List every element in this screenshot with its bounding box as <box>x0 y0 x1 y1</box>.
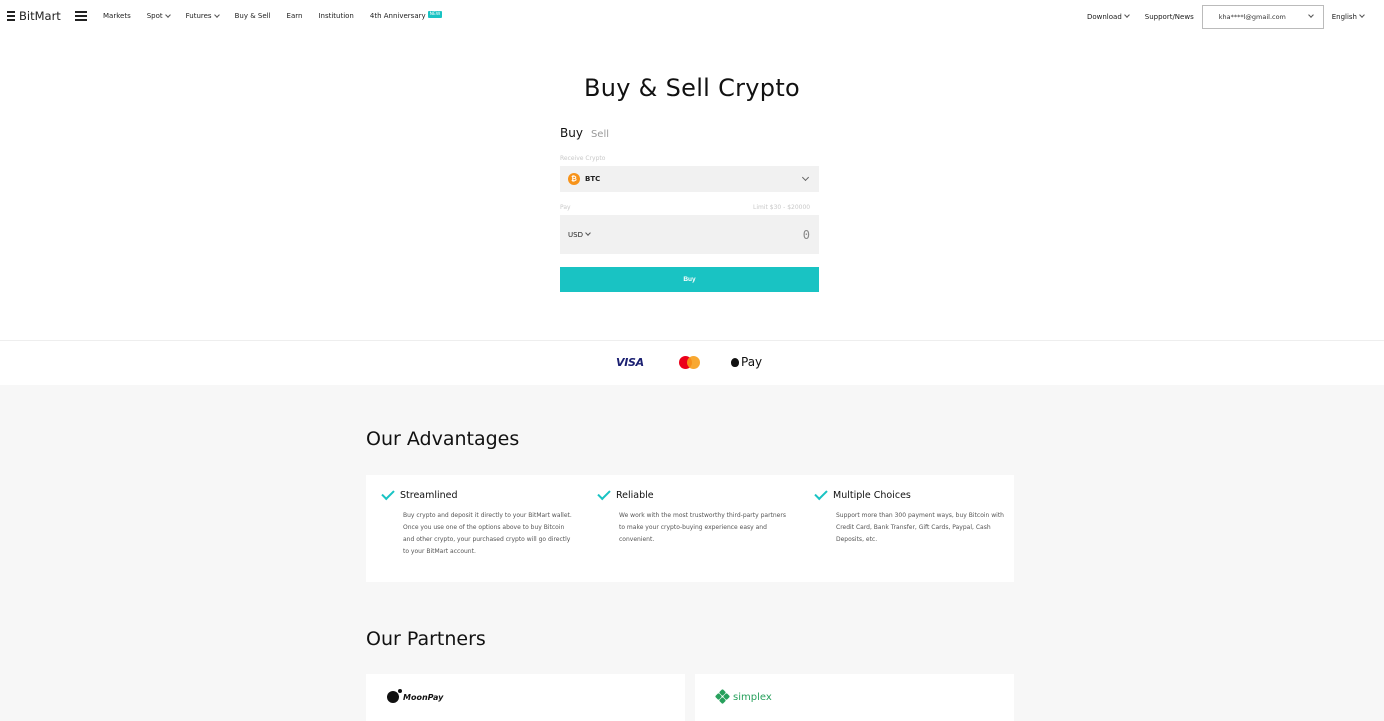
support-news-link[interactable]: Support/News <box>1145 13 1194 21</box>
bitcoin-icon: ₿ <box>568 173 580 185</box>
advantage-item: Multiple Choices Support more than 300 p… <box>814 486 1005 546</box>
advantage-title: Multiple Choices <box>833 490 911 501</box>
nav-anniversary-label: 4th Anniversary <box>369 12 426 20</box>
chevron-down-icon <box>1359 12 1365 18</box>
nav-institution-label: Institution <box>318 12 354 20</box>
chevron-down-icon <box>1307 12 1314 18</box>
nav-anniversary[interactable]: 4th Anniversary NEW <box>369 11 443 20</box>
moonpay-text: MoonPay <box>403 692 444 702</box>
pay-amount-field: USD 0 <box>560 215 819 254</box>
simplex-icon <box>714 688 731 705</box>
simplex-text: simplex <box>733 691 772 703</box>
language-selector[interactable]: English <box>1331 12 1365 21</box>
simplex-logo: simplex <box>714 688 772 705</box>
top-navbar: BitMart Markets Spot Futures Buy & Sell … <box>0 0 1384 33</box>
pay-label: Pay <box>560 204 571 211</box>
nav-buy-sell[interactable]: Buy & Sell <box>235 12 271 20</box>
advantage-title: Streamlined <box>400 490 458 501</box>
buy-button[interactable]: Buy <box>560 267 819 292</box>
nav-futures-label: Futures <box>185 12 212 20</box>
chevron-down-icon <box>164 11 171 18</box>
mastercard-logo <box>679 356 701 370</box>
partners-title: Our Partners <box>366 628 486 650</box>
main-nav: Markets Spot Futures Buy & Sell Earn Ins… <box>103 11 458 20</box>
nav-earn-label: Earn <box>286 12 303 20</box>
payment-methods-strip: VISA Pay <box>0 340 1384 385</box>
apple-icon <box>731 357 739 367</box>
moonpay-icon <box>387 689 402 703</box>
advantage-text: We work with the most trustworthy third-… <box>619 512 786 543</box>
advantage-text: Buy crypto and deposit it directly to yo… <box>403 512 572 555</box>
advantage-item: Reliable We work with the most trustwort… <box>597 486 788 546</box>
account-email: kha****l@gmail.com <box>1218 12 1286 21</box>
nav-spot-label: Spot <box>146 12 163 20</box>
bitmart-logo[interactable]: BitMart <box>5 9 61 23</box>
check-icon <box>814 486 828 501</box>
chevron-down-icon <box>1123 12 1130 18</box>
receive-crypto-value: BTC <box>585 175 601 183</box>
tab-buy[interactable]: Buy <box>560 126 583 140</box>
amount-input[interactable]: 0 <box>803 228 810 242</box>
advantages-card: Streamlined Buy crypto and deposit it di… <box>366 475 1014 582</box>
pay-limit: Limit $30 - $20000 <box>753 204 811 211</box>
menu-icon[interactable] <box>75 11 87 21</box>
advantage-item: Streamlined Buy crypto and deposit it di… <box>381 486 572 558</box>
currency-value: USD <box>568 230 583 239</box>
right-nav: Download Support/News kha****l@gmail.com… <box>1087 0 1384 33</box>
download-menu[interactable]: Download <box>1086 12 1130 21</box>
advantages-title: Our Advantages <box>366 428 520 450</box>
new-badge: NEW <box>427 11 443 18</box>
check-icon <box>381 486 395 501</box>
bitmart-logo-icon <box>5 10 17 22</box>
account-dropdown[interactable]: kha****l@gmail.com <box>1201 4 1324 29</box>
apple-pay-logo: Pay <box>731 355 762 369</box>
moonpay-logo: MoonPay <box>387 689 444 703</box>
chevron-down-icon <box>801 173 810 182</box>
nav-buy-sell-label: Buy & Sell <box>234 12 271 20</box>
nav-institution[interactable]: Institution <box>318 12 353 20</box>
language-label: English <box>1331 12 1357 21</box>
nav-markets-label: Markets <box>103 12 131 20</box>
currency-select[interactable]: USD <box>568 230 591 239</box>
download-label: Download <box>1086 12 1122 21</box>
support-label: Support/News <box>1144 12 1194 21</box>
receive-crypto-select[interactable]: ₿ BTC <box>560 166 819 192</box>
apple-pay-text: Pay <box>741 355 763 369</box>
nav-spot[interactable]: Spot <box>146 11 171 20</box>
nav-markets[interactable]: Markets <box>103 12 131 20</box>
nav-earn[interactable]: Earn <box>287 12 303 20</box>
nav-futures[interactable]: Futures <box>185 11 220 20</box>
advantage-text: Support more than 300 payment ways, buy … <box>836 512 1004 543</box>
partner-card-simplex[interactable]: simplex <box>695 674 1014 721</box>
page-title: Buy & Sell Crypto <box>583 74 801 102</box>
partner-card-moonpay[interactable]: MoonPay <box>366 674 685 721</box>
visa-logo: VISA <box>616 356 644 369</box>
chevron-down-icon <box>585 230 591 236</box>
buy-sell-tabs: Buy Sell <box>560 126 609 140</box>
tab-sell[interactable]: Sell <box>591 129 609 140</box>
receive-crypto-label: Receive Crypto <box>560 155 606 162</box>
advantage-title: Reliable <box>616 490 654 501</box>
chevron-down-icon <box>213 11 220 18</box>
check-icon <box>597 486 611 501</box>
logo-text: BitMart <box>19 9 61 23</box>
